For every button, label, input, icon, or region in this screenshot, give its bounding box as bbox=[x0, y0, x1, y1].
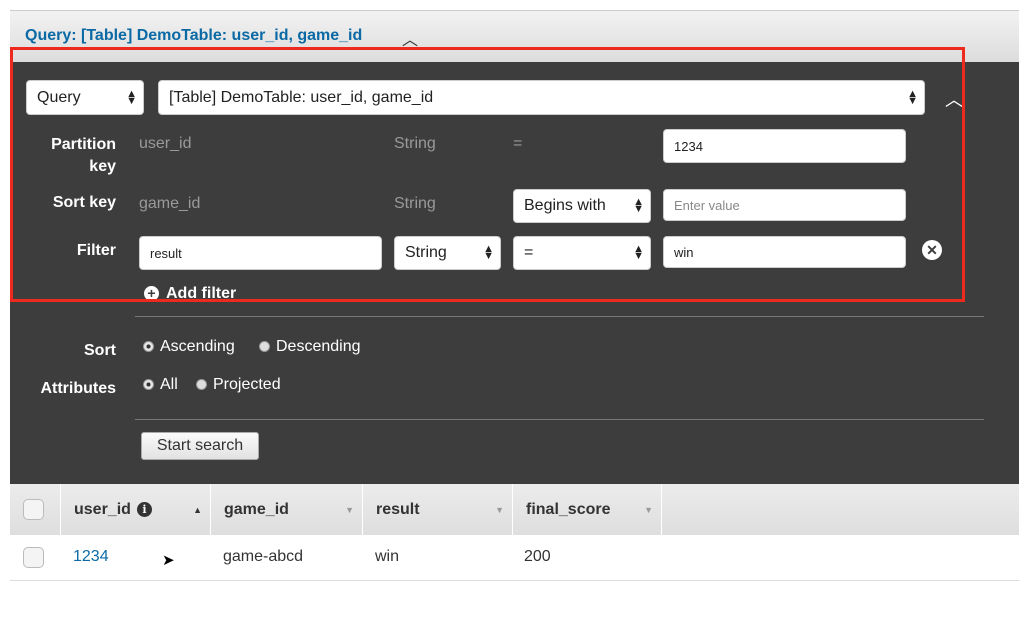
select-all-checkbox[interactable] bbox=[23, 499, 44, 520]
cell-final-score: 200 bbox=[524, 548, 551, 565]
divider bbox=[135, 316, 984, 317]
results-table-header: user_id i ▲ game_id ▼ result ▼ final_score ▼ bbox=[10, 484, 1019, 535]
row-checkbox[interactable] bbox=[23, 547, 44, 568]
sort-ascending-radio[interactable]: Ascending bbox=[143, 338, 235, 356]
radio-label: Projected bbox=[213, 376, 281, 393]
column-label: game_id bbox=[224, 500, 289, 518]
attributes-projected-radio[interactable]: Projected bbox=[196, 376, 281, 394]
sort-label: Sort bbox=[84, 342, 116, 359]
radio-selected-icon bbox=[143, 341, 154, 352]
column-label: final_score bbox=[526, 500, 611, 518]
divider bbox=[135, 419, 984, 420]
sort-arrow-icon: ▼ bbox=[644, 504, 653, 515]
cell-game-id: game-abcd bbox=[223, 548, 304, 565]
start-search-button[interactable]: Start search bbox=[141, 432, 259, 460]
radio-label: Descending bbox=[276, 338, 361, 355]
column-header-result[interactable]: result ▼ bbox=[362, 484, 512, 535]
column-header-game-id[interactable]: game_id ▼ bbox=[210, 484, 362, 535]
column-label: user_id bbox=[74, 500, 131, 518]
mouse-cursor-icon: ➤ bbox=[162, 552, 175, 569]
radio-label: Ascending bbox=[160, 338, 235, 355]
column-header-user-id[interactable]: user_id i ▲ bbox=[60, 484, 210, 535]
radio-icon bbox=[259, 341, 270, 352]
sort-descending-radio[interactable]: Descending bbox=[259, 338, 361, 356]
column-label: result bbox=[376, 500, 420, 518]
column-header-final-score[interactable]: final_score ▼ bbox=[512, 484, 662, 535]
attributes-label: Attributes bbox=[40, 380, 116, 397]
radio-selected-icon bbox=[143, 379, 154, 390]
sort-arrow-icon: ▼ bbox=[495, 504, 504, 515]
info-icon[interactable]: i bbox=[136, 502, 152, 517]
radio-label: All bbox=[160, 376, 178, 393]
highlight-box bbox=[10, 47, 965, 302]
query-title[interactable]: Query: [Table] DemoTable: user_id, game_… bbox=[25, 27, 362, 45]
radio-icon bbox=[196, 379, 207, 390]
cell-result: win bbox=[375, 548, 400, 565]
cell-user-id-link[interactable]: 1234 bbox=[73, 548, 109, 566]
sort-arrow-icon: ▼ bbox=[345, 504, 354, 515]
sort-ascending-icon: ▲ bbox=[193, 504, 202, 515]
attributes-all-radio[interactable]: All bbox=[143, 376, 178, 394]
